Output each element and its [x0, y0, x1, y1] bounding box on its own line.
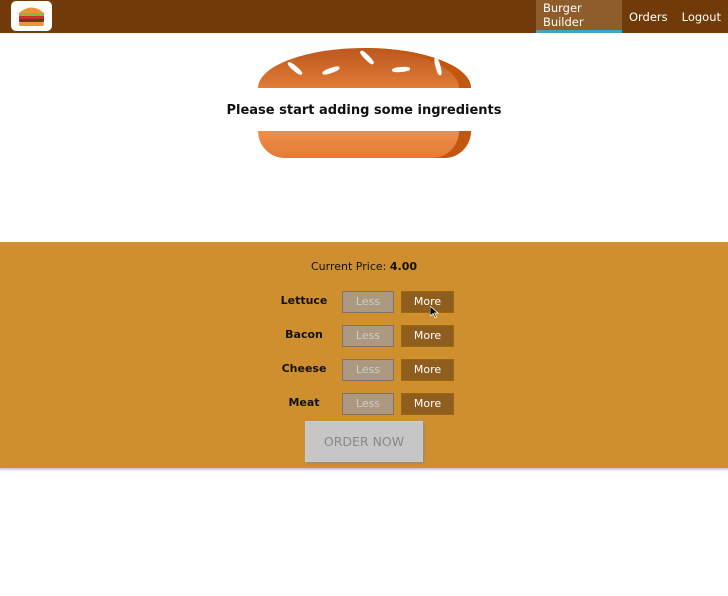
more-button-cheese[interactable]: More [401, 359, 454, 381]
ingredient-label: Lettuce [280, 294, 328, 307]
seed [358, 49, 376, 66]
ingredient-label: Meat [288, 396, 320, 409]
control-row-meat: Meat Less More [270, 393, 470, 415]
burger-logo-icon[interactable] [11, 1, 52, 31]
more-button-lettuce[interactable]: More [401, 291, 454, 313]
more-button-bacon[interactable]: More [401, 325, 454, 347]
seed [321, 65, 341, 76]
control-row-cheese: Cheese Less More [270, 359, 470, 381]
less-button-meat[interactable]: Less [342, 393, 394, 415]
price-value: 4.00 [389, 260, 417, 273]
burger-preview: Please start adding some ingredients [0, 33, 728, 242]
bread-top [258, 48, 471, 88]
order-now-button[interactable]: ORDER NOW [305, 421, 423, 462]
ingredient-label: Bacon [285, 328, 323, 341]
more-button-meat[interactable]: More [401, 393, 454, 415]
less-button-cheese[interactable]: Less [342, 359, 394, 381]
empty-burger-message: Please start adding some ingredients [226, 103, 502, 118]
control-row-lettuce: Lettuce Less More [270, 291, 470, 313]
control-row-bacon: Bacon Less More [270, 325, 470, 347]
toolbar: Burger Builder Orders Logout [0, 0, 728, 33]
price-label: Current Price: [311, 260, 387, 273]
less-button-lettuce[interactable]: Less [342, 291, 394, 313]
less-button-bacon[interactable]: Less [342, 325, 394, 347]
nav-burger-builder[interactable]: Burger Builder [535, 0, 622, 33]
seed [391, 66, 411, 73]
ingredient-label: Cheese [281, 362, 327, 375]
bread-bottom [258, 131, 471, 158]
build-controls: Current Price: 4.00 Lettuce Less More Ba… [0, 242, 728, 468]
current-price: Current Price: 4.00 [0, 260, 728, 273]
nav-orders[interactable]: Orders [622, 0, 675, 33]
nav-logout[interactable]: Logout [675, 0, 728, 33]
seed [286, 60, 304, 77]
mouse-cursor-icon [430, 306, 439, 318]
main-nav: Burger Builder Orders Logout [535, 0, 728, 33]
seed [433, 57, 443, 76]
